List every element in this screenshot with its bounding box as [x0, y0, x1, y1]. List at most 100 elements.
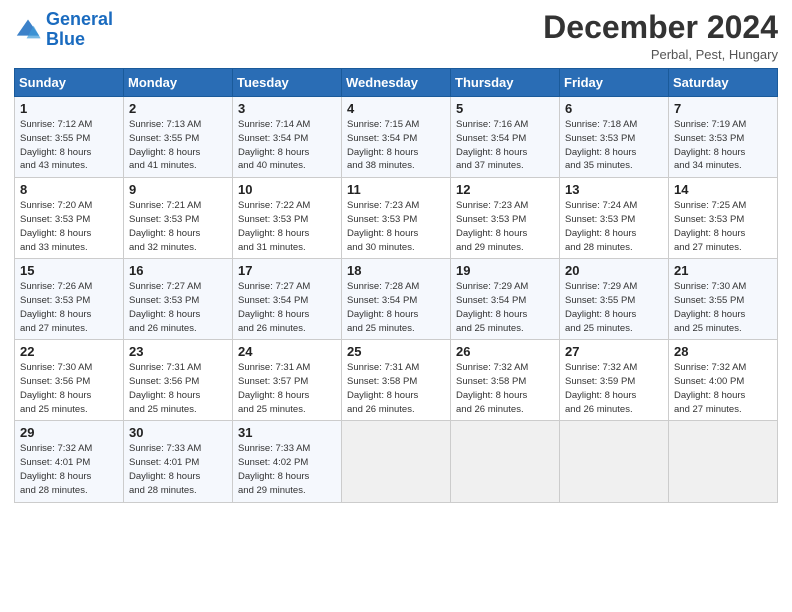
day-number: 1 — [20, 101, 118, 116]
day-number: 22 — [20, 344, 118, 359]
logo-icon — [14, 16, 42, 44]
day-info: Sunrise: 7:29 AMSunset: 3:54 PMDaylight:… — [456, 280, 554, 335]
day-info: Sunrise: 7:24 AMSunset: 3:53 PMDaylight:… — [565, 199, 663, 254]
day-info: Sunrise: 7:23 AMSunset: 3:53 PMDaylight:… — [456, 199, 554, 254]
day-number: 13 — [565, 182, 663, 197]
calendar-cell: 27Sunrise: 7:32 AMSunset: 3:59 PMDayligh… — [560, 340, 669, 421]
calendar-cell: 8 Sunrise: 7:20 AMSunset: 3:53 PMDaylight… — [15, 178, 124, 259]
calendar-body: 1 Sunrise: 7:12 AMSunset: 3:55 PMDaylight… — [15, 97, 778, 502]
calendar-cell: 10 Sunrise: 7:22 AMSunset: 3:53 PMDayligh… — [233, 178, 342, 259]
day-info: Sunrise: 7:13 AMSunset: 3:55 PMDaylight:… — [129, 118, 227, 173]
calendar-cell: 17Sunrise: 7:27 AMSunset: 3:54 PMDayligh… — [233, 259, 342, 340]
calendar-cell: 6 Sunrise: 7:18 AMSunset: 3:53 PMDaylight… — [560, 97, 669, 178]
calendar-cell: 29Sunrise: 7:32 AMSunset: 4:01 PMDayligh… — [15, 421, 124, 502]
calendar-cell: 22 Sunrise: 7:30 AMSunset: 3:56 PMDayligh… — [15, 340, 124, 421]
calendar-cell: 18Sunrise: 7:28 AMSunset: 3:54 PMDayligh… — [342, 259, 451, 340]
calendar-cell — [560, 421, 669, 502]
day-number: 26 — [456, 344, 554, 359]
header-row: Sunday Monday Tuesday Wednesday Thursday… — [15, 69, 778, 97]
day-number: 11 — [347, 182, 445, 197]
col-sunday: Sunday — [15, 69, 124, 97]
calendar-cell — [451, 421, 560, 502]
calendar-cell: 15Sunrise: 7:26 AMSunset: 3:53 PMDayligh… — [15, 259, 124, 340]
calendar-cell: 30 Sunrise: 7:33 AMSunset: 4:01 PMDayligh… — [124, 421, 233, 502]
calendar-cell: 23 Sunrise: 7:31 AMSunset: 3:56 PMDayligh… — [124, 340, 233, 421]
page-header: General Blue December 2024 Perbal, Pest,… — [14, 10, 778, 62]
day-number: 29 — [20, 425, 118, 440]
day-number: 21 — [674, 263, 772, 278]
location: Perbal, Pest, Hungary — [543, 47, 778, 62]
title-block: December 2024 Perbal, Pest, Hungary — [543, 10, 778, 62]
calendar-cell: 14 Sunrise: 7:25 AMSunset: 3:53 PMDayligh… — [669, 178, 778, 259]
calendar-cell: 5 Sunrise: 7:16 AMSunset: 3:54 PMDaylight… — [451, 97, 560, 178]
calendar-cell: 28 Sunrise: 7:32 AMSunset: 4:00 PMDayligh… — [669, 340, 778, 421]
col-friday: Friday — [560, 69, 669, 97]
day-info: Sunrise: 7:16 AMSunset: 3:54 PMDaylight:… — [456, 118, 554, 173]
calendar-cell: 1 Sunrise: 7:12 AMSunset: 3:55 PMDaylight… — [15, 97, 124, 178]
month-title: December 2024 — [543, 10, 778, 45]
calendar-cell: 26 Sunrise: 7:32 AMSunset: 3:58 PMDayligh… — [451, 340, 560, 421]
day-info: Sunrise: 7:31 AMSunset: 3:56 PMDaylight:… — [129, 361, 227, 416]
calendar-cell: 13 Sunrise: 7:24 AMSunset: 3:53 PMDayligh… — [560, 178, 669, 259]
day-info: Sunrise: 7:31 AMSunset: 3:58 PMDaylight:… — [347, 361, 445, 416]
day-info: Sunrise: 7:18 AMSunset: 3:53 PMDaylight:… — [565, 118, 663, 173]
day-info: Sunrise: 7:33 AMSunset: 4:02 PMDaylight:… — [238, 442, 336, 497]
day-number: 6 — [565, 101, 663, 116]
day-info: Sunrise: 7:30 AMSunset: 3:56 PMDaylight:… — [20, 361, 118, 416]
day-number: 8 — [20, 182, 118, 197]
day-info: Sunrise: 7:30 AMSunset: 3:55 PMDaylight:… — [674, 280, 772, 335]
day-number: 12 — [456, 182, 554, 197]
logo: General Blue — [14, 10, 113, 50]
day-info: Sunrise: 7:29 AMSunset: 3:55 PMDaylight:… — [565, 280, 663, 335]
calendar-cell: 19 Sunrise: 7:29 AMSunset: 3:54 PMDayligh… — [451, 259, 560, 340]
day-number: 7 — [674, 101, 772, 116]
day-number: 25 — [347, 344, 445, 359]
calendar-row: 15Sunrise: 7:26 AMSunset: 3:53 PMDayligh… — [15, 259, 778, 340]
day-info: Sunrise: 7:22 AMSunset: 3:53 PMDaylight:… — [238, 199, 336, 254]
day-number: 5 — [456, 101, 554, 116]
day-number: 31 — [238, 425, 336, 440]
calendar-cell — [669, 421, 778, 502]
col-monday: Monday — [124, 69, 233, 97]
calendar-cell: 31 Sunrise: 7:33 AMSunset: 4:02 PMDayligh… — [233, 421, 342, 502]
col-saturday: Saturday — [669, 69, 778, 97]
calendar-cell: 25 Sunrise: 7:31 AMSunset: 3:58 PMDayligh… — [342, 340, 451, 421]
day-number: 24 — [238, 344, 336, 359]
day-number: 27 — [565, 344, 663, 359]
calendar-cell: 12 Sunrise: 7:23 AMSunset: 3:53 PMDayligh… — [451, 178, 560, 259]
day-info: Sunrise: 7:27 AMSunset: 3:53 PMDaylight:… — [129, 280, 227, 335]
day-number: 4 — [347, 101, 445, 116]
day-number: 2 — [129, 101, 227, 116]
day-info: Sunrise: 7:31 AMSunset: 3:57 PMDaylight:… — [238, 361, 336, 416]
calendar-cell: 4Sunrise: 7:15 AMSunset: 3:54 PMDaylight… — [342, 97, 451, 178]
calendar-table: Sunday Monday Tuesday Wednesday Thursday… — [14, 68, 778, 502]
calendar-cell: 11Sunrise: 7:23 AMSunset: 3:53 PMDayligh… — [342, 178, 451, 259]
day-number: 10 — [238, 182, 336, 197]
calendar-cell: 21 Sunrise: 7:30 AMSunset: 3:55 PMDayligh… — [669, 259, 778, 340]
day-info: Sunrise: 7:32 AMSunset: 3:58 PMDaylight:… — [456, 361, 554, 416]
day-info: Sunrise: 7:25 AMSunset: 3:53 PMDaylight:… — [674, 199, 772, 254]
calendar-cell: 20Sunrise: 7:29 AMSunset: 3:55 PMDayligh… — [560, 259, 669, 340]
calendar-cell: 9Sunrise: 7:21 AMSunset: 3:53 PMDaylight… — [124, 178, 233, 259]
day-number: 30 — [129, 425, 227, 440]
day-info: Sunrise: 7:12 AMSunset: 3:55 PMDaylight:… — [20, 118, 118, 173]
day-info: Sunrise: 7:27 AMSunset: 3:54 PMDaylight:… — [238, 280, 336, 335]
day-info: Sunrise: 7:32 AMSunset: 4:00 PMDaylight:… — [674, 361, 772, 416]
calendar-row: 22 Sunrise: 7:30 AMSunset: 3:56 PMDayligh… — [15, 340, 778, 421]
calendar-cell — [342, 421, 451, 502]
day-number: 23 — [129, 344, 227, 359]
calendar-header: Sunday Monday Tuesday Wednesday Thursday… — [15, 69, 778, 97]
day-number: 19 — [456, 263, 554, 278]
col-tuesday: Tuesday — [233, 69, 342, 97]
day-number: 14 — [674, 182, 772, 197]
day-number: 15 — [20, 263, 118, 278]
day-info: Sunrise: 7:33 AMSunset: 4:01 PMDaylight:… — [129, 442, 227, 497]
day-number: 28 — [674, 344, 772, 359]
calendar-cell: 2 Sunrise: 7:13 AMSunset: 3:55 PMDaylight… — [124, 97, 233, 178]
day-number: 18 — [347, 263, 445, 278]
calendar-cell: 3Sunrise: 7:14 AMSunset: 3:54 PMDaylight… — [233, 97, 342, 178]
day-info: Sunrise: 7:21 AMSunset: 3:53 PMDaylight:… — [129, 199, 227, 254]
day-info: Sunrise: 7:20 AMSunset: 3:53 PMDaylight:… — [20, 199, 118, 254]
calendar-cell: 24 Sunrise: 7:31 AMSunset: 3:57 PMDayligh… — [233, 340, 342, 421]
calendar-cell: 7Sunrise: 7:19 AMSunset: 3:53 PMDaylight… — [669, 97, 778, 178]
